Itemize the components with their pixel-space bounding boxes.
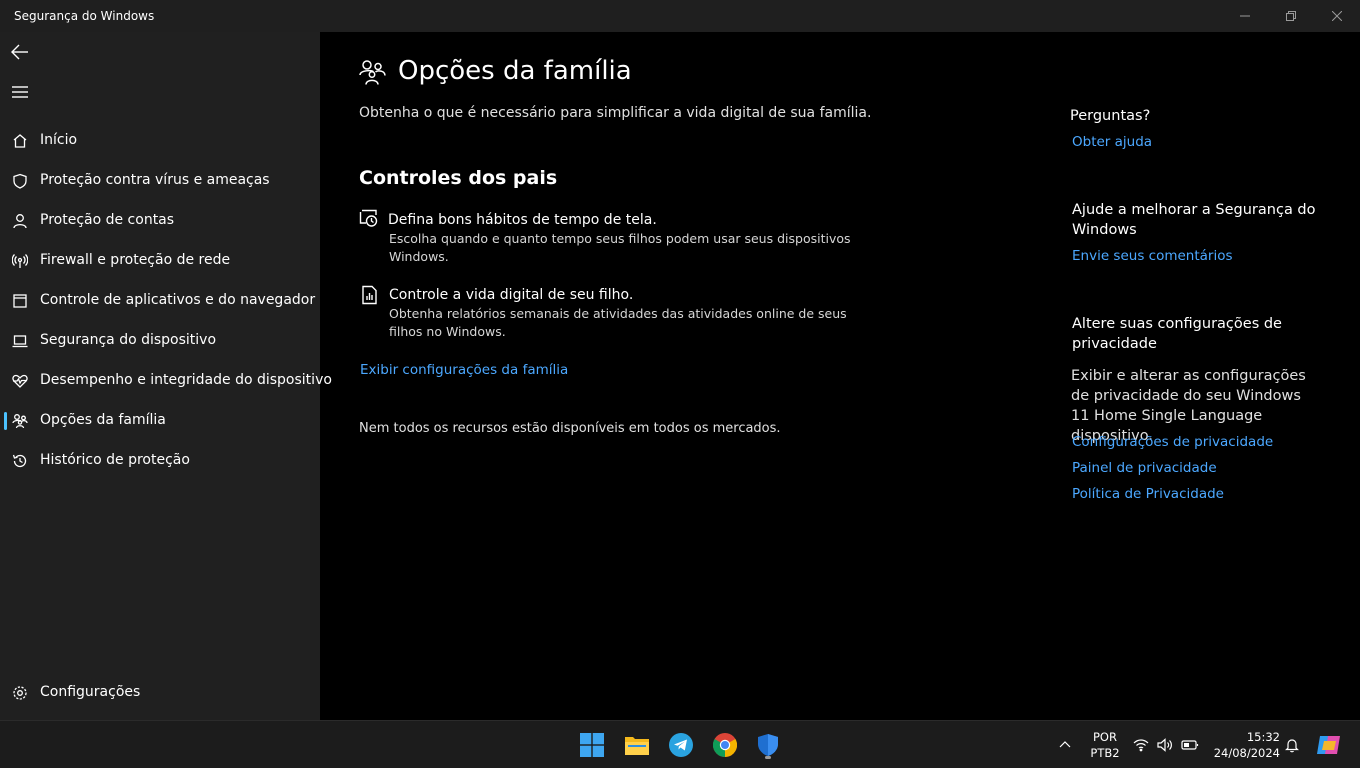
- person-icon: [12, 213, 28, 229]
- volume-icon[interactable]: [1156, 737, 1174, 753]
- chevron-up-icon: [1059, 741, 1071, 748]
- taskbar: POR PTB2 15:32 24/08/2024: [0, 720, 1360, 768]
- feature-title: Defina bons hábitos de tempo de tela.: [388, 212, 657, 228]
- feature-description: Obtenha relatórios semanais de atividade…: [389, 306, 847, 339]
- improve-title: Ajude a melhorar a Segurança do Windows: [1072, 202, 1316, 238]
- keyboard-layout-indicator[interactable]: PTB2: [1089, 746, 1121, 760]
- start-button[interactable]: [576, 729, 608, 761]
- sidebar-item-label: Histórico de proteção: [40, 452, 190, 468]
- notification-bell-icon[interactable]: [1284, 737, 1302, 753]
- file-explorer-button[interactable]: [621, 729, 653, 761]
- selected-indicator: [4, 412, 7, 430]
- sidebar-item-label: Desempenho e integridade do dispositivo: [40, 372, 332, 388]
- battery-icon[interactable]: [1181, 737, 1199, 753]
- minimize-button[interactable]: [1222, 0, 1268, 32]
- sidebar-item-device-security[interactable]: Segurança do dispositivo: [4, 323, 316, 359]
- sidebar-item-label: Início: [40, 132, 78, 148]
- sidebar-item-label: Proteção de contas: [40, 212, 175, 228]
- close-icon: [1332, 11, 1342, 21]
- minimize-icon: [1240, 15, 1250, 17]
- copilot-icon: [1317, 736, 1340, 754]
- windows-security-icon: [758, 734, 778, 756]
- feature-description: Escolha quando e quanto tempo seus filho…: [389, 231, 851, 264]
- family-icon: [12, 413, 28, 429]
- section-title: Controles dos pais: [359, 167, 558, 189]
- sidebar-item-inicio[interactable]: Início: [4, 123, 316, 159]
- wifi-icon[interactable]: [1132, 737, 1150, 753]
- restore-icon: [1286, 11, 1296, 21]
- menu-button[interactable]: [8, 80, 32, 104]
- sidebar-item-settings[interactable]: Configurações: [4, 675, 316, 711]
- sidebar-item-protection-history[interactable]: Histórico de proteção: [4, 443, 316, 479]
- sidebar-item-account-protection[interactable]: Proteção de contas: [4, 203, 316, 239]
- sidebar-item-label: Controle de aplicativos e do navegador: [40, 292, 316, 308]
- app-window-icon: [12, 293, 28, 309]
- hamburger-icon: [12, 86, 28, 98]
- back-button[interactable]: [8, 40, 32, 64]
- laptop-icon: [12, 333, 28, 349]
- chrome-button[interactable]: [709, 729, 741, 761]
- window-title: Segurança do Windows: [14, 9, 155, 23]
- back-arrow-icon: [11, 44, 28, 60]
- feature-title: Controle a vida digital de seu filho.: [389, 287, 634, 303]
- running-indicator: [765, 756, 771, 759]
- language-indicator[interactable]: POR: [1089, 730, 1121, 744]
- availability-note: Nem todos os recursos estão disponíveis …: [359, 421, 781, 436]
- shield-icon: [12, 173, 28, 189]
- privacy-title: Altere suas configurações de privacidade: [1072, 316, 1282, 352]
- send-feedback-link[interactable]: Envie seus comentários: [1072, 248, 1233, 264]
- copilot-button[interactable]: [1313, 729, 1345, 761]
- chrome-icon: [713, 733, 737, 757]
- sidebar-item-firewall[interactable]: Firewall e proteção de rede: [4, 243, 316, 279]
- sidebar: Início Proteção contra vírus e ameaças P…: [0, 32, 332, 720]
- antenna-icon: [11, 253, 29, 269]
- privacy-settings-link[interactable]: Configurações de privacidade: [1072, 434, 1273, 450]
- windows-start-icon: [580, 733, 604, 757]
- sidebar-item-label: Segurança do dispositivo: [40, 332, 217, 348]
- privacy-dashboard-link[interactable]: Painel de privacidade: [1072, 460, 1217, 476]
- heart-pulse-icon: [12, 373, 28, 389]
- sidebar-item-label: Firewall e proteção de rede: [40, 252, 231, 268]
- restore-button[interactable]: [1268, 0, 1314, 32]
- screen-time-icon: [359, 209, 379, 229]
- clock-time[interactable]: 15:32: [1236, 730, 1280, 744]
- main-content: Opções da família Obtenha o que é necess…: [320, 32, 1360, 720]
- file-explorer-icon: [625, 737, 649, 755]
- sidebar-item-app-browser-control[interactable]: Controle de aplicativos e do navegador: [4, 283, 316, 319]
- sidebar-item-family-options[interactable]: Opções da família: [4, 403, 316, 439]
- privacy-policy-link[interactable]: Política de Privacidade: [1072, 486, 1224, 502]
- family-icon: [358, 58, 386, 90]
- clock-date[interactable]: 24/08/2024: [1208, 746, 1280, 760]
- settings-label: Configurações: [40, 684, 141, 700]
- title-bar: Segurança do Windows: [0, 0, 1360, 32]
- page-title: Opções da família: [398, 56, 632, 86]
- get-help-link[interactable]: Obter ajuda: [1072, 134, 1152, 150]
- show-hidden-icons-button[interactable]: [1058, 737, 1076, 753]
- report-icon: [360, 285, 380, 305]
- history-icon: [12, 453, 28, 469]
- windows-security-button[interactable]: [752, 729, 784, 761]
- sidebar-item-virus-protection[interactable]: Proteção contra vírus e ameaças: [4, 163, 316, 199]
- close-button[interactable]: [1314, 0, 1360, 32]
- sidebar-item-label: Opções da família: [40, 412, 166, 428]
- telegram-icon: [669, 733, 693, 757]
- home-icon: [12, 133, 28, 149]
- gear-icon: [12, 685, 28, 701]
- telegram-button[interactable]: [665, 729, 697, 761]
- sidebar-item-label: Proteção contra vírus e ameaças: [40, 172, 270, 188]
- sidebar-item-device-performance[interactable]: Desempenho e integridade do dispositivo: [4, 363, 332, 399]
- questions-title: Perguntas?: [1070, 108, 1151, 124]
- page-subtitle: Obtenha o que é necessário para simplifi…: [359, 105, 872, 121]
- family-settings-link[interactable]: Exibir configurações da família: [360, 362, 568, 378]
